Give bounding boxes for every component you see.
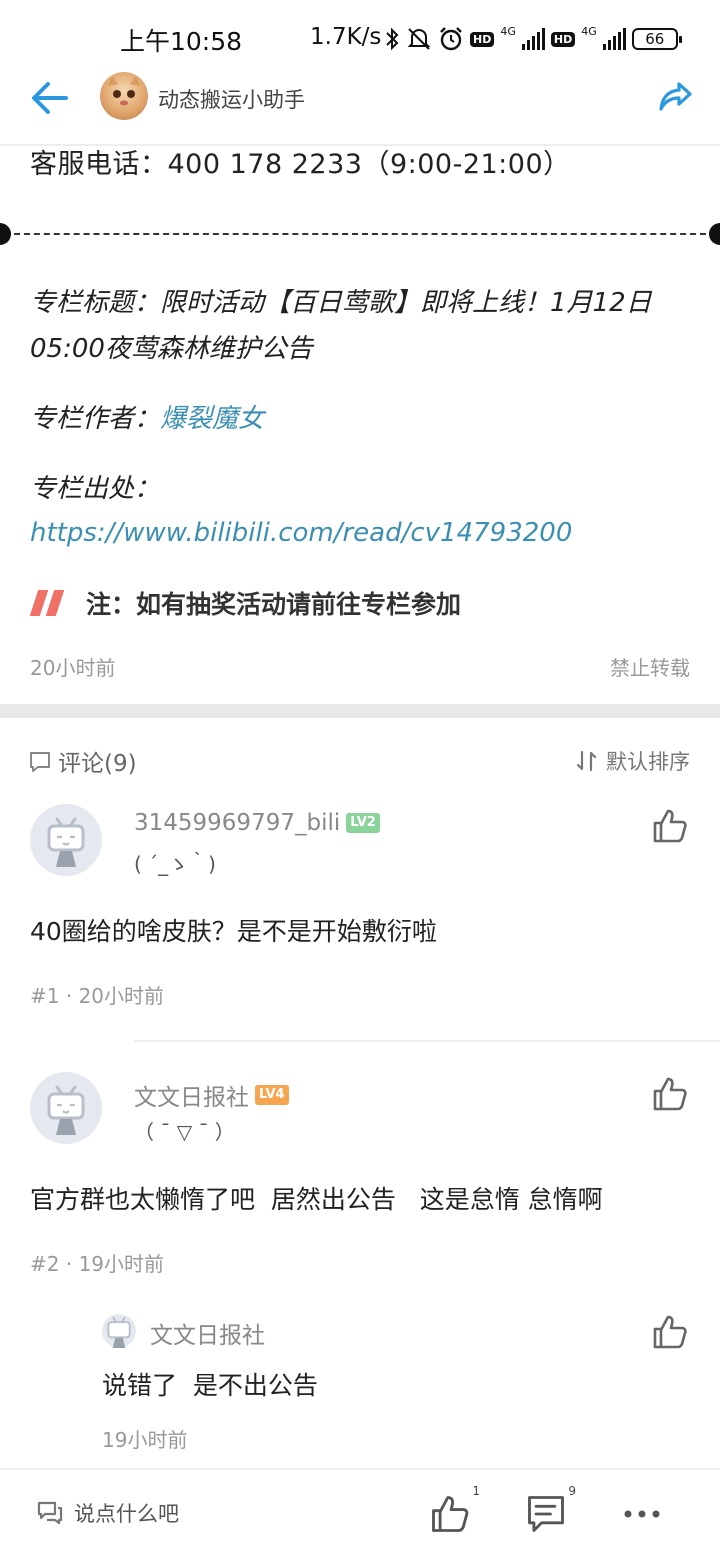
author-avatar[interactable] (100, 72, 148, 120)
commenter-avatar[interactable] (30, 804, 102, 876)
note-row: 注：如有抽奖活动请前往专栏参加 (29, 584, 462, 622)
status-time: 上午10:58 (120, 27, 243, 56)
level-badge: LV2 (346, 813, 380, 833)
post-time: 20小时前 (30, 656, 116, 680)
hd-badge-2: HD (550, 31, 576, 47)
commenter-signature: ( ´_ゝ｀) (134, 852, 216, 876)
post-meta: 20小时前 禁止转载 (30, 652, 690, 681)
divider-dot-right (709, 223, 720, 245)
more-dots-icon (624, 1510, 660, 1518)
commenter-name[interactable]: 31459969797_bili (134, 810, 340, 836)
service-phone-line: 客服电话：400 178 2233（9:00-21:00） (30, 149, 571, 180)
back-button[interactable] (28, 76, 72, 120)
share-button[interactable] (652, 74, 698, 120)
meta-dot: · (65, 1252, 79, 1276)
edit-comment-icon (37, 1501, 63, 1525)
like-button[interactable]: 1 (428, 1484, 480, 1536)
signal-icon-2 (602, 28, 626, 50)
tv-avatar-icon (47, 1085, 85, 1135)
like-count: 1 (472, 1484, 480, 1498)
commenter-name-row: 文文日报社 LV4 (134, 1078, 289, 1112)
hd-badge: HD (470, 31, 495, 47)
commenter-avatar[interactable] (30, 1072, 102, 1144)
column-source-label: 专栏出处： (30, 474, 161, 504)
comment-input[interactable]: 说点什么吧 (36, 1498, 179, 1528)
network-type-2: 4G (581, 24, 597, 38)
section-separator (0, 704, 720, 718)
nav-title[interactable]: 动态搬运小助手 (158, 84, 305, 114)
comment-time: 19小时前 (78, 1252, 165, 1276)
comment-text: 40圈给的啥皮肤？是不是开始敷衍啦 (30, 917, 437, 946)
signal-icon (521, 28, 545, 50)
no-repost-label: 禁止转载 (610, 656, 690, 680)
sort-button[interactable]: 默认排序 (576, 746, 690, 776)
thumbs-up-icon (432, 1496, 469, 1532)
cat-avatar-icon (108, 76, 140, 106)
sort-icon (576, 750, 597, 772)
tv-avatar-icon (47, 817, 85, 867)
comment-index: #1 (30, 984, 60, 1008)
comments-title: 评论(9) (58, 751, 137, 777)
comment-meta: #2 · 19小时前 (30, 1248, 164, 1277)
more-button[interactable] (620, 1492, 664, 1536)
quote-mark-icon (29, 590, 65, 616)
like-icon[interactable] (650, 806, 690, 846)
comment-text: 官方群也太懒惰了吧 居然出公告 这是怠惰 怠惰啊 (30, 1185, 603, 1214)
column-author-label: 专栏作者： (30, 404, 161, 434)
commenter-signature: （ ˉ ▽ ˉ ） (134, 1120, 235, 1144)
comment-time: 20小时前 (78, 984, 165, 1008)
network-speed: 1.7K/s (310, 24, 382, 50)
divider-dash (14, 233, 706, 235)
share-icon (659, 82, 692, 111)
reply-username[interactable]: 文文日报社 (150, 1316, 265, 1350)
nav-bar: 动态搬运小助手 (0, 70, 720, 146)
sort-label: 默认排序 (606, 750, 690, 774)
reply-avatar[interactable] (102, 1314, 136, 1348)
dashed-divider (0, 222, 720, 246)
mute-bell-icon (407, 28, 431, 50)
alarm-icon (440, 27, 462, 51)
comments-button[interactable]: 9 (524, 1484, 576, 1536)
comment-bubble-icon (30, 752, 50, 772)
commenter-name-row: 31459969797_bili LV2 (134, 810, 380, 836)
status-icons: HD 4G HD 4G 66 (384, 22, 682, 56)
bottom-bar: 说点什么吧 1 9 (0, 1468, 720, 1560)
bluetooth-icon (386, 27, 399, 51)
column-title: 专栏标题：限时活动【百日莺歌】即将上线！1月12日05:00夜莺森林维护公告 (30, 288, 652, 364)
column-source-link[interactable]: https://www.bilibili.com/read/cv14793200 (30, 510, 572, 556)
like-icon[interactable] (650, 1074, 690, 1114)
comments-header: 评论(9) 默认排序 (0, 738, 720, 782)
divider-dot-left (0, 223, 11, 245)
comment-count: 9 (568, 1484, 576, 1498)
battery-icon: 66 (631, 28, 682, 50)
arrow-left-icon (32, 82, 68, 114)
comment-meta: #1 · 20小时前 (30, 980, 164, 1009)
status-bar: 上午10:58 1.7K/s HD 4G HD 4G 66 (0, 0, 720, 78)
level-badge: LV4 (255, 1085, 289, 1105)
tv-avatar-icon (107, 1316, 131, 1348)
reply-time: 19小时前 (102, 1428, 188, 1452)
reply-text: 说错了 是不出公告 (102, 1371, 318, 1400)
commenter-name[interactable]: 文文日报社 (134, 1078, 249, 1112)
comment-divider (134, 1040, 720, 1042)
comment-list-icon (528, 1496, 564, 1532)
reply-like-icon[interactable] (650, 1312, 690, 1352)
comment-index: #2 (30, 1252, 60, 1276)
meta-dot: · (65, 984, 79, 1008)
column-author-link[interactable]: 爆裂魔女 (160, 404, 264, 434)
network-type: 4G (500, 24, 516, 38)
column-author: 专栏作者：爆裂魔女 (30, 396, 264, 442)
note-text: 注：如有抽奖活动请前往专栏参加 (86, 590, 462, 619)
input-hint-text: 说点什么吧 (74, 1502, 179, 1526)
